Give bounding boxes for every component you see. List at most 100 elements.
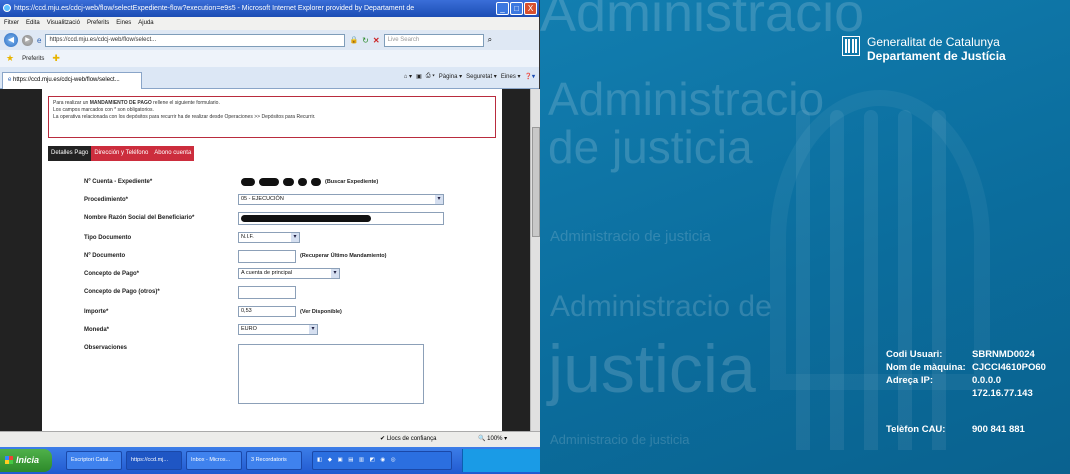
screen: https://ccd.mju.es/cdcj-web/flow/selectE… <box>0 0 1070 474</box>
watermark-text: Administracio <box>540 0 865 43</box>
notice-text: Para realizar un <box>53 100 89 106</box>
ie-icon <box>3 4 11 12</box>
observaciones-textarea[interactable] <box>238 344 424 404</box>
redacted-mark <box>283 178 294 186</box>
observaciones-label: Observaciones <box>84 345 128 351</box>
forward-button[interactable]: ▶ <box>22 34 33 46</box>
brand-line-2: Departament de Justícia <box>867 49 1006 63</box>
nombre-label: Nombre Razón Social del Beneficiario* <box>84 215 195 221</box>
tab-label: https://ccd.mju.es/cdcj-web/flow/select.… <box>13 77 120 83</box>
add-favorite-icon[interactable]: ✚ <box>52 53 60 64</box>
watermark-text: Administracio de justicia <box>550 432 690 447</box>
menu-favorites[interactable]: Preferits <box>87 17 109 30</box>
close-button[interactable]: X <box>524 2 537 15</box>
maximize-button[interactable]: □ <box>510 2 523 15</box>
notice-line-2: Los campos marcados con * son obligatori… <box>53 107 154 113</box>
system-tray[interactable] <box>462 449 540 472</box>
generalitat-logo-icon <box>842 36 860 56</box>
cuenta-label: Nº Cuenta - Expediente* <box>84 179 153 185</box>
concepto-select[interactable]: A cuenta de principal <box>238 268 340 279</box>
row-cuenta: Nº Cuenta - Expediente* (Buscar Expedien… <box>42 175 502 189</box>
start-button[interactable]: Inicia <box>0 449 52 472</box>
tab-direccion-telefono[interactable]: Dirección y Teléfono <box>91 146 152 161</box>
watermark-text: justicia <box>548 331 756 407</box>
menu-tools[interactable]: Eines <box>116 17 131 30</box>
address-toolbar: ◀ ▶ e https://ccd.mju.es/cdcj-web/flow/s… <box>0 30 539 50</box>
taskbar-item[interactable]: Inbox - Micros... <box>186 451 242 470</box>
watermark-text: de justicia <box>548 121 753 173</box>
favorites-label[interactable]: Preferits <box>22 56 44 62</box>
taskbar-item[interactable]: https://ccd.mj... <box>126 451 182 470</box>
ver-disponible-link[interactable]: (Ver Disponible) <box>300 305 342 319</box>
window-titlebar[interactable]: https://ccd.mju.es/cdcj-web/flow/selectE… <box>0 0 539 17</box>
concepto-otros-label: Concepto de Pago (otros)* <box>84 289 160 295</box>
search-icon[interactable]: ⌕ <box>488 35 492 45</box>
concepto-otros-input[interactable] <box>238 286 296 299</box>
tipo-doc-label: Tipo Documento <box>84 235 132 241</box>
watermark-text: Administracio de <box>550 290 772 323</box>
buscar-expediente-link[interactable]: (Buscar Expediente) <box>325 175 378 189</box>
stop-icon[interactable]: ✕ <box>373 36 380 45</box>
home-icon[interactable]: ⌂ ▾ <box>404 73 412 80</box>
recuperar-mandamiento-link[interactable]: (Recuperar Último Mandamiento) <box>300 249 386 263</box>
info-label: Adreça IP: <box>886 375 933 386</box>
tab-icon: e <box>8 77 12 83</box>
tab-abono-cuenta[interactable]: Abono cuenta <box>151 146 195 161</box>
back-button[interactable]: ◀ <box>4 33 18 47</box>
redacted-mark <box>298 178 307 186</box>
importe-input[interactable]: 0,53 <box>238 306 296 317</box>
scrollbar-thumb[interactable] <box>532 127 540 237</box>
info-value: CJCCI4610PO60 <box>972 362 1046 373</box>
browser-tab[interactable]: e https://ccd.mju.es/cdcj-web/flow/selec… <box>2 72 142 89</box>
menu-edit[interactable]: Edita <box>26 17 40 30</box>
watermark-text: Administracio de justicia <box>550 228 711 245</box>
row-nombre: Nombre Razón Social del Beneficiario* <box>42 211 502 225</box>
taskbar-item[interactable]: 3 Recordatoris <box>246 451 302 470</box>
num-doc-input[interactable] <box>238 250 296 263</box>
decorative-stripes <box>796 110 946 450</box>
cmd-tools[interactable]: Eines ▾ <box>501 73 521 80</box>
info-label: Codi Usuari: <box>886 349 943 360</box>
page-icon: e <box>37 35 42 45</box>
address-input[interactable]: https://ccd.mju.es/cdcj-web/flow/select.… <box>45 33 346 47</box>
notice-text: rellene el siguiente formulario. <box>153 100 220 106</box>
taskbar-item[interactable]: Escriptori Catal... <box>66 451 122 470</box>
search-input[interactable]: Live Search <box>383 33 484 47</box>
moneda-select[interactable]: EURO <box>238 324 318 335</box>
page-scrollbar[interactable] <box>530 89 540 431</box>
row-procedimiento: Procedimiento* 05 - EJECUCIÓN <box>42 193 502 207</box>
procedimiento-select[interactable]: 05 - EJECUCIÓN <box>238 194 444 205</box>
command-bar: ⌂ ▾ ▣ ⎙ ▾ Pàgina ▾ Seguretat ▾ Eines ▾ ❓… <box>404 73 535 80</box>
menu-help[interactable]: Ajuda <box>138 17 153 30</box>
row-observaciones: Observaciones <box>42 341 502 404</box>
menu-file[interactable]: Fitxer <box>4 17 19 30</box>
status-bar: ✔ Llocs de confiança 🔍 100% ▾ <box>0 431 540 447</box>
num-doc-label: Nº Documento <box>84 253 126 259</box>
feeds-icon[interactable]: ▣ <box>416 73 422 80</box>
favorites-star-icon[interactable]: ★ <box>6 53 14 64</box>
watermark-text: Administracio <box>548 73 825 125</box>
nombre-input[interactable] <box>238 212 444 225</box>
tab-detalles-pago[interactable]: Detalles Pago <box>48 146 92 161</box>
refresh-icon[interactable]: ↻ <box>362 36 369 45</box>
concepto-label: Concepto de Pago* <box>84 271 140 277</box>
row-importe: Importe* 0,53 (Ver Disponible) <box>42 305 502 319</box>
notice-bold: MANDAMIENTO DE PAGO <box>89 100 152 106</box>
info-label: Telèfon CAU: <box>886 424 946 435</box>
tab-bar: e https://ccd.mju.es/cdcj-web/flow/selec… <box>0 67 539 89</box>
lock-icon[interactable]: 🔒 <box>349 36 358 44</box>
form-notice: Para realizar un MANDAMIENTO DE PAGO rel… <box>48 96 496 138</box>
cmd-security[interactable]: Seguretat ▾ <box>466 73 497 80</box>
trusted-sites-zone: ✔ Llocs de confiança <box>380 436 437 442</box>
quick-launch-icons[interactable]: ◧ ◆ ▣ ▤ ▥ ◩ ◉ ◎ <box>312 451 452 470</box>
tipo-doc-select[interactable]: N.I.F. <box>238 232 300 243</box>
zone-label: Llocs de confiança <box>386 436 437 442</box>
zoom-level[interactable]: 🔍 100% ▾ <box>478 432 507 447</box>
menu-view[interactable]: Visualització <box>47 17 80 30</box>
page-viewport: Para realizar un MANDAMIENTO DE PAGO rel… <box>0 89 540 431</box>
cmd-page[interactable]: Pàgina ▾ <box>439 73 462 80</box>
browser-window: https://ccd.mju.es/cdcj-web/flow/selectE… <box>0 0 540 474</box>
help-icon[interactable]: ❓▾ <box>525 73 535 80</box>
minimize-button[interactable]: _ <box>496 2 509 15</box>
print-icon[interactable]: ⎙ ▾ <box>426 73 435 80</box>
